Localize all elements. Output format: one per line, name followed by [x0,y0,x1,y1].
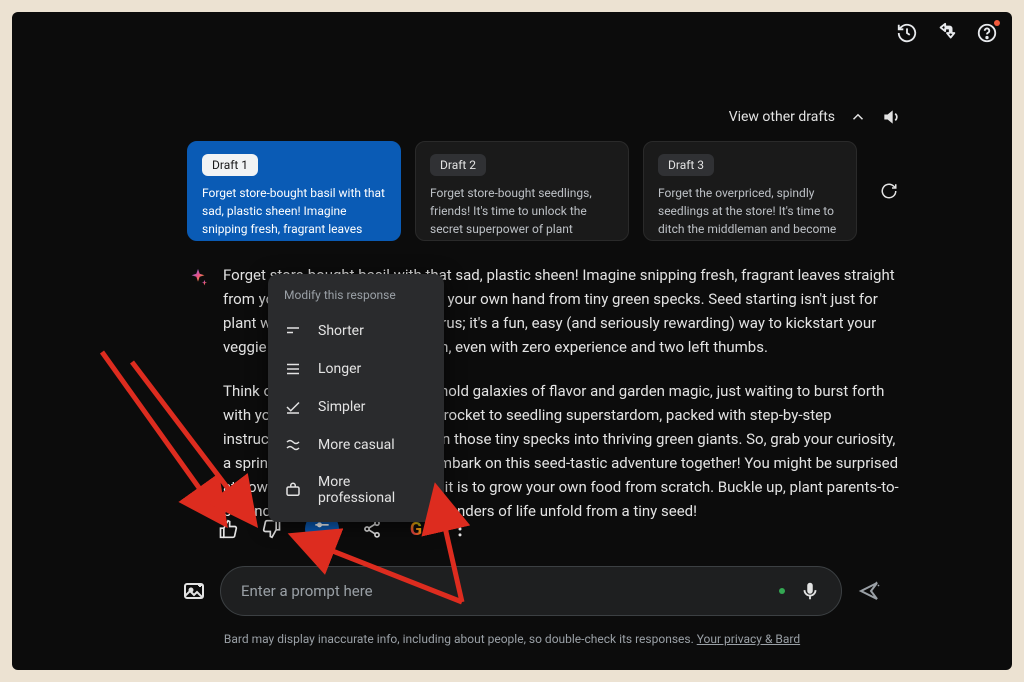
modify-longer[interactable]: Longer [268,350,444,388]
draft-label: Draft 1 [202,154,258,176]
prompt-bar: Enter a prompt here [182,566,882,616]
shorter-icon [284,322,302,340]
modify-simpler[interactable]: Simpler [268,388,444,426]
draft-label: Draft 2 [430,154,486,176]
prompt-input[interactable]: Enter a prompt here [220,566,842,616]
professional-icon [284,481,302,499]
draft-preview: Forget store-bought basil with that sad,… [202,184,386,241]
mic-icon[interactable] [799,580,821,602]
modify-item-label: Shorter [318,323,364,339]
casual-icon [284,436,302,454]
draft-label: Draft 3 [658,154,714,176]
app-frame: View other drafts Draft 1 Forget store-b… [12,12,1012,670]
modify-shorter[interactable]: Shorter [268,312,444,350]
modify-item-label: More professional [318,474,428,506]
drafts-row: Draft 1 Forget store-bought basil with t… [187,141,907,241]
more-options-icon[interactable] [449,518,471,540]
status-dot [779,588,785,594]
chevron-up-icon[interactable] [849,108,867,126]
help-icon[interactable] [976,22,998,44]
send-icon[interactable] [856,578,882,604]
disclaimer: Bard may display inaccurate info, includ… [12,632,1012,646]
view-drafts-row: View other drafts [187,107,907,127]
prompt-placeholder: Enter a prompt here [241,582,765,600]
modify-title: Modify this response [268,284,444,312]
modify-item-label: More casual [318,437,395,453]
regenerate-icon[interactable] [871,141,907,241]
draft-card-2[interactable]: Draft 2 Forget store-bought seedlings, f… [415,141,629,241]
draft-preview: Forget store-bought seedlings, friends! … [430,184,614,241]
thumbs-up-icon[interactable] [217,518,239,540]
modify-more-professional[interactable]: More professional [268,464,444,516]
simpler-icon [284,398,302,416]
speaker-icon[interactable] [881,107,901,127]
extensions-icon[interactable] [936,22,958,44]
modify-item-label: Simpler [318,399,365,415]
longer-icon [284,360,302,378]
draft-card-1[interactable]: Draft 1 Forget store-bought basil with t… [187,141,401,241]
disclaimer-text: Bard may display inaccurate info, includ… [224,632,697,646]
modify-response-menu: Modify this response Shorter Longer Simp… [268,274,444,522]
draft-card-3[interactable]: Draft 3 Forget the overpriced, spindly s… [643,141,857,241]
draft-preview: Forget the overpriced, spindly seedlings… [658,184,842,241]
modify-item-label: Longer [318,361,361,377]
view-drafts-label[interactable]: View other drafts [729,109,835,125]
sparkle-icon [187,263,209,543]
privacy-link[interactable]: Your privacy & Bard [697,632,800,646]
modify-more-casual[interactable]: More casual [268,426,444,464]
top-toolbar [896,22,998,44]
image-upload-icon[interactable] [182,579,206,603]
history-icon[interactable] [896,22,918,44]
